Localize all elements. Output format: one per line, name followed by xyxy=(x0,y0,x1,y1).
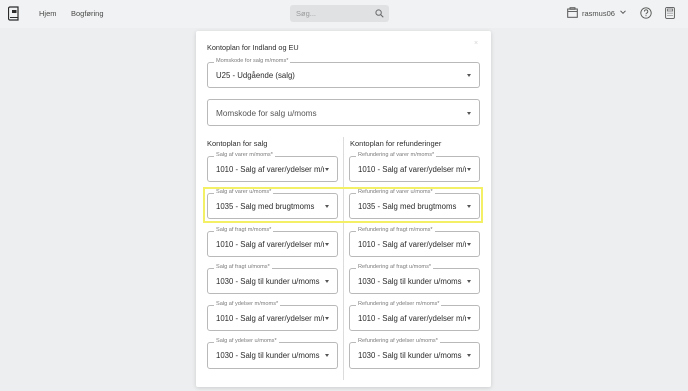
top-navigation-bar: Hjem Bogføring Søg... rasmus06 xyxy=(0,0,688,28)
dropdown-arrow-icon xyxy=(467,168,471,171)
sales-services-without-vat-label: Salg af ydelser u/moms* xyxy=(214,338,279,344)
refund-freight-without-vat-label: Refundering af fragt u/moms* xyxy=(356,264,434,270)
refund-freight-without-vat-select[interactable]: Refundering af fragt u/moms* 1030 - Salg… xyxy=(349,264,480,294)
sales-freight-without-vat-value: 1030 - Salg til kunder u/moms xyxy=(216,277,320,286)
sales-goods-with-vat-value: 1010 - Salg af varer/ydelser m/moms xyxy=(216,165,324,174)
dropdown-arrow-icon xyxy=(325,243,329,246)
sales-accounts-heading: Kontoplan for salg xyxy=(207,139,268,148)
refund-goods-with-vat-select[interactable]: Refundering af varer m/moms* 1010 - Salg… xyxy=(349,152,480,182)
sales-services-without-vat-value: 1030 - Salg til kunder u/moms xyxy=(216,351,320,360)
sales-freight-with-vat-value: 1010 - Salg af varer/ydelser m/moms xyxy=(216,240,324,249)
nav-link-bookkeeping[interactable]: Bogføring xyxy=(71,9,104,18)
chevron-down-icon[interactable] xyxy=(619,8,627,16)
column-divider xyxy=(343,137,344,380)
search-box[interactable]: Søg... xyxy=(290,5,389,22)
vat-code-sales-without-vat-select[interactable]: Momskode for salg u/moms xyxy=(207,99,480,126)
nav-link-home[interactable]: Hjem xyxy=(39,9,57,18)
dropdown-arrow-icon xyxy=(467,354,471,357)
dropdown-arrow-icon xyxy=(467,317,471,320)
sales-services-with-vat-select[interactable]: Salg af ydelser m/moms* 1010 - Salg af v… xyxy=(207,301,338,331)
sales-freight-with-vat-select[interactable]: Salg af fragt m/moms* 1010 - Salg af var… xyxy=(207,227,338,257)
sales-freight-without-vat-label: Salg af fragt u/moms* xyxy=(214,264,272,270)
refund-services-without-vat-label: Refundering af ydelser u/moms* xyxy=(356,338,440,344)
book-icon[interactable] xyxy=(8,6,20,21)
dropdown-arrow-icon xyxy=(325,317,329,320)
vat-code-sales-with-vat-label: Momskode for salg m/moms* xyxy=(214,58,291,64)
sales-services-with-vat-value: 1010 - Salg af varer/ydelser m/moms xyxy=(216,314,324,323)
search-input[interactable]: Søg... xyxy=(296,9,316,18)
refund-freight-with-vat-value: 1010 - Salg af varer/ydelser m/moms xyxy=(358,240,466,249)
dialog-title: Kontoplan for Indland og EU xyxy=(207,43,299,52)
refund-services-with-vat-select[interactable]: Refundering af ydelser m/moms* 1010 - Sa… xyxy=(349,301,480,331)
sales-services-without-vat-select[interactable]: Salg af ydelser u/moms* 1030 - Salg til … xyxy=(207,338,338,369)
dropdown-arrow-icon xyxy=(467,280,471,283)
refund-services-without-vat-select[interactable]: Refundering af ydelser u/moms* 1030 - Sa… xyxy=(349,338,480,369)
highlight-box xyxy=(203,187,483,223)
refund-goods-with-vat-value: 1010 - Salg af varer/ydelser m/moms xyxy=(358,165,466,174)
sales-services-with-vat-label: Salg af ydelser m/moms* xyxy=(214,301,281,307)
refund-services-with-vat-label: Refundering af ydelser m/moms* xyxy=(356,301,442,307)
refund-freight-with-vat-label: Refundering af fragt m/moms* xyxy=(356,227,435,233)
user-name[interactable]: rasmus06 xyxy=(582,9,615,18)
dropdown-arrow-icon xyxy=(325,168,329,171)
refund-services-without-vat-value: 1030 - Salg til kunder u/moms xyxy=(358,351,462,360)
search-icon[interactable] xyxy=(375,9,384,18)
refund-services-with-vat-value: 1010 - Salg af varer/ydelser m/moms xyxy=(358,314,466,323)
dropdown-arrow-icon xyxy=(325,354,329,357)
refund-freight-without-vat-value: 1030 - Salg til kunder u/moms xyxy=(358,277,462,286)
help-circle-icon[interactable] xyxy=(640,7,652,19)
vat-code-sales-without-vat-placeholder: Momskode for salg u/moms xyxy=(216,109,317,118)
close-icon[interactable]: × xyxy=(474,40,478,47)
sales-goods-with-vat-label: Salg af varer m/moms* xyxy=(214,152,275,158)
dropdown-arrow-icon xyxy=(325,280,329,283)
refund-accounts-heading: Kontoplan for refunderinger xyxy=(350,139,442,148)
dropdown-arrow-icon xyxy=(467,74,471,77)
refund-goods-with-vat-label: Refundering af varer m/moms* xyxy=(356,152,437,158)
calculator-icon[interactable] xyxy=(665,7,675,19)
dropdown-arrow-icon xyxy=(467,243,471,246)
sales-goods-with-vat-select[interactable]: Salg af varer m/moms* 1010 - Salg af var… xyxy=(207,152,338,182)
vat-code-sales-with-vat-select[interactable]: Momskode for salg m/moms* U25 - Udgående… xyxy=(207,58,480,88)
dropdown-arrow-icon xyxy=(467,112,471,115)
sales-freight-with-vat-label: Salg af fragt m/moms* xyxy=(214,227,274,233)
building-icon xyxy=(567,7,578,18)
refund-freight-with-vat-select[interactable]: Refundering af fragt m/moms* 1010 - Salg… xyxy=(349,227,480,257)
sales-freight-without-vat-select[interactable]: Salg af fragt u/moms* 1030 - Salg til ku… xyxy=(207,264,338,294)
vat-code-sales-with-vat-value: U25 - Udgående (salg) xyxy=(216,71,295,80)
